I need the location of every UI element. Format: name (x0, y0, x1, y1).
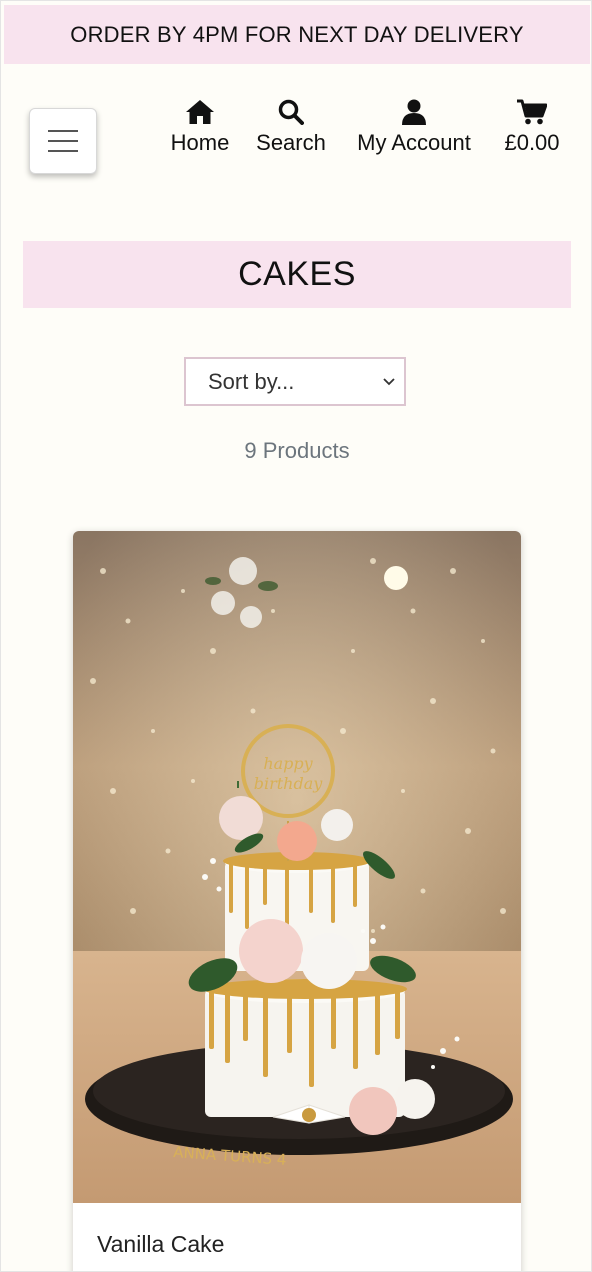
page: ORDER BY 4PM FOR NEXT DAY DELIVERY Home … (0, 0, 592, 1272)
home-icon (185, 97, 215, 127)
nav-basket-link[interactable]: £0.00 (500, 97, 564, 156)
delivery-banner-text: ORDER BY 4PM FOR NEXT DAY DELIVERY (70, 21, 524, 47)
product-image[interactable]: ANNA TURNS 4 happy birthday (73, 531, 521, 1203)
cake-topper-text-1: happy (263, 754, 313, 773)
nav-account-label: My Account (357, 130, 471, 155)
user-icon (402, 97, 426, 127)
menu-toggle-button[interactable] (29, 108, 97, 174)
nav-search-label: Search (256, 130, 326, 155)
product-card[interactable]: ANNA TURNS 4 happy birthday Vanilla Cake (73, 531, 521, 1271)
page-title: CAKES (238, 255, 356, 293)
sort-selected-value: Sort by... (208, 368, 295, 394)
sort-select[interactable]: Sort by... (184, 357, 406, 406)
delivery-banner: ORDER BY 4PM FOR NEXT DAY DELIVERY (4, 5, 590, 64)
product-count: 9 Products (244, 438, 350, 463)
basket-total: £0.00 (504, 130, 560, 155)
nav-home-label: Home (170, 130, 230, 155)
shopping-cart-icon (517, 97, 547, 127)
product-name[interactable]: Vanilla Cake (97, 1231, 224, 1258)
nav-account-link[interactable]: My Account (350, 97, 478, 156)
page-title-box: CAKES (23, 241, 571, 308)
nav-home-link[interactable]: Home (167, 97, 233, 156)
nav-search-link[interactable]: Search (253, 97, 329, 156)
chevron-down-icon (383, 378, 395, 386)
search-icon (278, 97, 304, 127)
hamburger-icon (48, 130, 78, 152)
cake-topper-text-2: birthday (254, 774, 324, 793)
